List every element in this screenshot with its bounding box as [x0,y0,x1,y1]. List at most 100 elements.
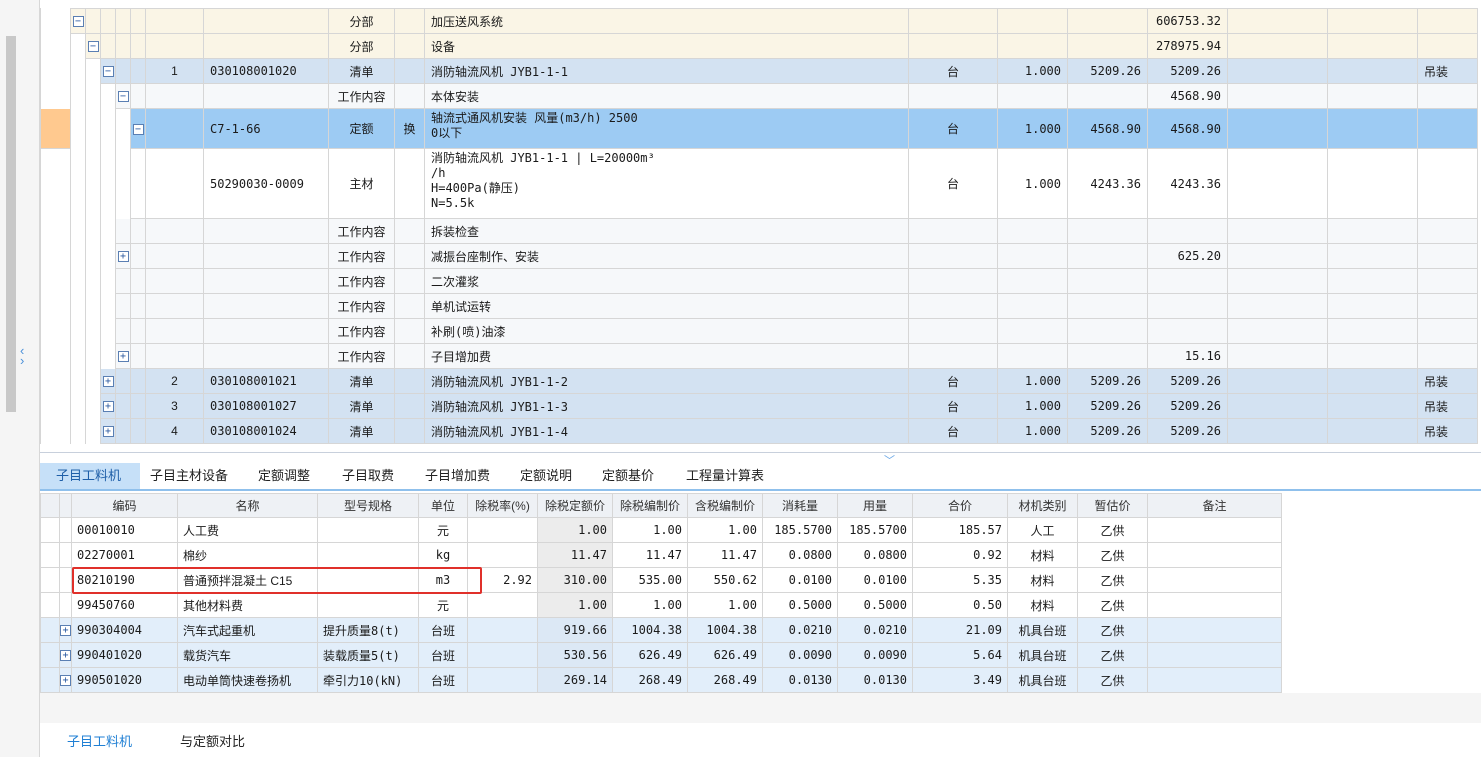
material-code[interactable]: 00010010 [71,517,178,543]
collapse-icon[interactable]: − [72,16,84,28]
material-name[interactable]: 其他材料费 [177,592,318,618]
column-header[interactable]: 消耗量 [762,493,838,518]
detail-row[interactable]: +990304004 汽车式起重机 提升质量8(t) 台班 919.66 1004.38 1… [40,617,1282,643]
material-code[interactable]: 990501020 [71,667,178,693]
unit[interactable]: 元 [418,592,468,618]
tab-3[interactable]: 子目取费 [332,463,404,489]
tax-rate[interactable] [467,592,538,618]
column-header[interactable]: 除税定额价 [537,493,613,518]
tree-row[interactable]: +4 030108001024 清单 消防轴流风机 JYB1-1-4 台 1.000 520… [40,418,1478,444]
column-header[interactable]: 单位 [418,493,468,518]
column-header[interactable]: 型号规格 [317,493,419,518]
expand-icon[interactable]: + [60,650,71,662]
unit[interactable]: kg [418,542,468,568]
bottom-tab-1[interactable]: 与定额对比 [180,731,245,750]
tax-rate[interactable] [467,617,538,643]
tree-row[interactable]: + 工作内容 减振台座制作、安装 625.20 [40,243,1478,269]
material-code[interactable]: 80210190 [71,567,178,593]
column-header[interactable]: 含税编制价 [687,493,763,518]
detail-row[interactable]: +990501020 电动单筒快速卷扬机 牵引力10(kN) 台班 269.14 268.… [40,667,1282,693]
supply-type[interactable]: 乙供 [1077,542,1148,568]
tree-row[interactable]: 工作内容 单机试运转 [40,293,1478,319]
tab-7[interactable]: 工程量计算表 [676,463,774,489]
column-header[interactable]: 用量 [837,493,913,518]
tab-1[interactable]: 子目主材设备 [140,463,238,489]
tree-row[interactable]: 50290030-0009 主材 消防轴流风机 JYB1-1-1 | L=20000… [40,148,1478,219]
tree-row[interactable]: −1 030108001020 清单 消防轴流风机 JYB1-1-1 台 1.000 520… [40,58,1478,84]
detail-row[interactable]: 00010010 人工费元 1.00 1.00 1.00 185.5700 185.5700… [40,517,1282,543]
model-spec[interactable] [317,517,419,543]
tax-rate[interactable]: 2.92 [467,567,538,593]
tree-row[interactable]: − 分部 设备 278975.94 [40,33,1478,59]
expand-icon[interactable]: + [102,376,114,388]
column-header[interactable]: 除税率(%) [467,493,538,518]
unit[interactable]: 台班 [418,617,468,643]
material-code[interactable]: 990304004 [71,617,178,643]
column-header[interactable]: 除税编制价 [612,493,688,518]
material-name[interactable]: 棉纱 [177,542,318,568]
material-name[interactable]: 电动单筒快速卷扬机 [177,667,318,693]
material-name[interactable]: 载货汽车 [177,642,318,668]
tax-rate[interactable] [467,642,538,668]
model-spec[interactable] [317,567,419,593]
tab-6[interactable]: 定额基价 [592,463,664,489]
expand-icon[interactable]: + [117,251,129,263]
tree-row[interactable]: 工作内容 二次灌浆 [40,268,1478,294]
collapse-icon[interactable]: − [102,66,114,78]
tax-rate[interactable] [467,517,538,543]
expand-icon[interactable]: + [60,625,71,637]
unit[interactable]: 元 [418,517,468,543]
material-code[interactable]: 990401020 [71,642,178,668]
supply-type[interactable]: 乙供 [1077,592,1148,618]
expand-icon[interactable]: + [117,351,129,363]
supply-type[interactable]: 乙供 [1077,617,1148,643]
supply-type[interactable]: 乙供 [1077,667,1148,693]
column-header[interactable]: 合价 [912,493,1008,518]
tree-row[interactable]: 工作内容 拆装检查 [40,218,1478,244]
tree-row[interactable]: +3 030108001027 清单 消防轴流风机 JYB1-1-3 台 1.000 520… [40,393,1478,419]
supply-type[interactable]: 乙供 [1077,567,1148,593]
material-name[interactable]: 人工费 [177,517,318,543]
unit[interactable]: 台班 [418,667,468,693]
tree-row[interactable]: − C7-1-66 定额换轴流式通风机安装 风量(m3/h) 2500 0以下台 1.… [40,108,1478,149]
unit[interactable]: m3 [418,567,468,593]
material-name[interactable]: 普通预拌混凝土 C15 [177,567,318,593]
model-spec[interactable] [317,592,419,618]
collapse-icon[interactable]: − [132,123,144,135]
supply-type[interactable]: 乙供 [1077,517,1148,543]
expand-icon[interactable]: + [60,675,71,687]
collapse-icon[interactable]: − [87,41,99,53]
column-header[interactable]: 备注 [1147,493,1282,518]
column-header[interactable]: 名称 [177,493,318,518]
tax-rate[interactable] [467,542,538,568]
detail-row[interactable]: 80210190 普通预拌混凝土 C15 m3 2.92 310.00 535.00 550… [40,567,1282,593]
tab-4[interactable]: 子目增加费 [415,463,500,489]
column-header[interactable]: 材机类别 [1007,493,1078,518]
bottom-tab-0[interactable]: 子目工料机 [67,731,132,750]
tab-2[interactable]: 定额调整 [248,463,320,489]
material-code[interactable]: 99450760 [71,592,178,618]
tree-row[interactable]: +2 030108001021 清单 消防轴流风机 JYB1-1-2 台 1.000 520… [40,368,1478,394]
detail-row[interactable]: 99450760 其他材料费元 1.00 1.00 1.00 0.5000 0.5000 0.… [40,592,1282,618]
unit[interactable]: 台班 [418,642,468,668]
detail-row[interactable]: +990401020 载货汽车 装载质量5(t) 台班 530.56 626.49 626.… [40,642,1282,668]
supply-type[interactable]: 乙供 [1077,642,1148,668]
splitter-expand-icon[interactable]: ‹ › [20,344,24,367]
tree-row[interactable]: + 工作内容 子目增加费 15.16 [40,343,1478,369]
expand-icon[interactable]: + [102,401,114,413]
column-header[interactable]: 暂估价 [1077,493,1148,518]
tree-row[interactable]: − 分部 加压送风系统 606753.32 [40,8,1478,34]
material-name[interactable]: 汽车式起重机 [177,617,318,643]
model-spec[interactable]: 牵引力10(kN) [317,667,419,693]
model-spec[interactable]: 提升质量8(t) [317,617,419,643]
tax-rate[interactable] [467,667,538,693]
collapse-icon[interactable]: − [117,91,129,103]
material-code[interactable]: 02270001 [71,542,178,568]
expand-icon[interactable]: + [102,426,114,438]
detail-row[interactable]: 02270001 棉纱 kg 11.47 11.47 11.47 0.0800 0.0800 0… [40,542,1282,568]
tab-0[interactable]: 子目工料机 [40,463,141,489]
model-spec[interactable] [317,542,419,568]
column-header[interactable]: 编码 [71,493,178,518]
tab-5[interactable]: 定额说明 [510,463,582,489]
tree-row[interactable]: − 工作内容 本体安装 4568.90 [40,83,1478,109]
